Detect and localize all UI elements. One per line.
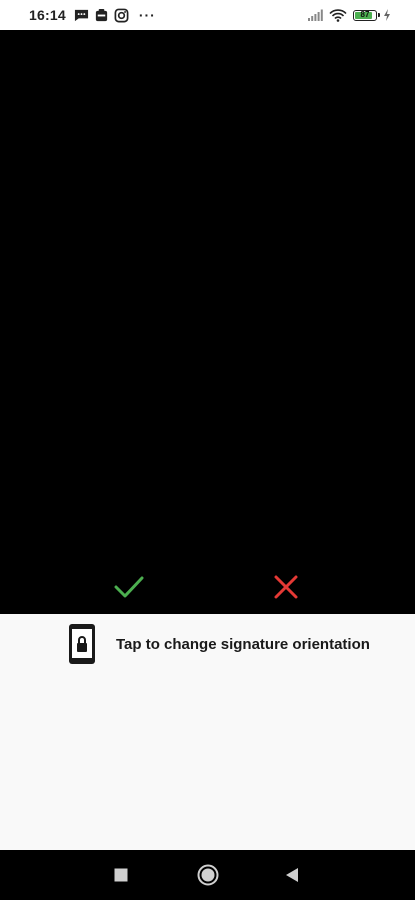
message-icon bbox=[74, 8, 89, 23]
signal-icon bbox=[308, 9, 323, 21]
status-right: 87 bbox=[302, 0, 391, 30]
triangle-back-icon bbox=[286, 868, 298, 882]
recents-button[interactable] bbox=[108, 862, 134, 888]
status-bar: 16:14 ··· 87 bbox=[0, 0, 415, 30]
phone-lock-icon bbox=[69, 624, 95, 664]
battery-icon: 87 bbox=[353, 9, 380, 21]
circle-icon bbox=[197, 864, 219, 886]
back-button[interactable] bbox=[279, 862, 305, 888]
battery-level: 87 bbox=[360, 9, 370, 19]
screen: 16:14 ··· 87 Tap to change signature ori… bbox=[0, 0, 415, 900]
confirm-signature-button[interactable] bbox=[109, 567, 149, 607]
wifi-icon bbox=[329, 8, 347, 22]
square-icon bbox=[114, 868, 128, 882]
status-time: 16:14 bbox=[29, 7, 66, 23]
navigation-bar bbox=[0, 850, 415, 900]
more-notifications-icon: ··· bbox=[138, 7, 156, 23]
status-left: 16:14 ··· bbox=[29, 0, 156, 30]
close-icon bbox=[274, 575, 298, 599]
instagram-icon bbox=[114, 8, 129, 23]
cancel-signature-button[interactable] bbox=[266, 567, 306, 607]
orientation-label: Tap to change signature orientation bbox=[116, 635, 370, 653]
app-notification-icon bbox=[94, 8, 109, 23]
signature-canvas[interactable] bbox=[0, 30, 415, 614]
home-button[interactable] bbox=[195, 862, 221, 888]
check-icon bbox=[114, 576, 144, 598]
change-orientation-button[interactable]: Tap to change signature orientation bbox=[68, 622, 370, 666]
charging-icon bbox=[384, 9, 390, 21]
bottom-panel: Tap to change signature orientation bbox=[0, 614, 415, 850]
